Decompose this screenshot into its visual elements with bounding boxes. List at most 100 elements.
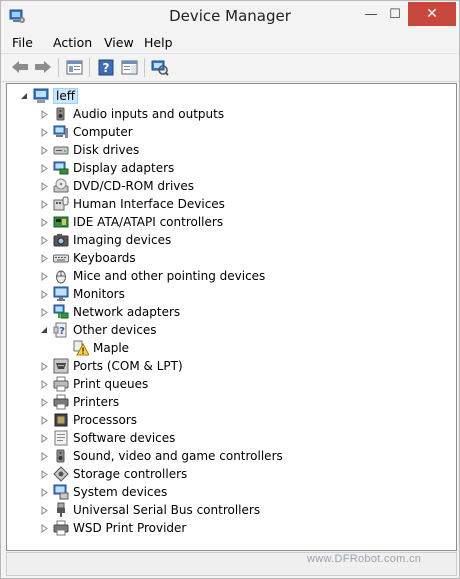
tree-category[interactable]: Keyboards	[41, 249, 136, 267]
tree-category[interactable]: Monitors	[41, 285, 125, 303]
close-button[interactable]: ✕	[408, 2, 456, 26]
tree-category[interactable]: Imaging devices	[41, 231, 172, 249]
expand-arrow-icon[interactable]	[39, 487, 49, 497]
ide-controller-icon	[53, 214, 69, 230]
device-label: DVD/CD-ROM drives	[73, 179, 195, 193]
device-label: Imaging devices	[73, 233, 172, 247]
device-label: Audio inputs and outputs	[73, 107, 225, 121]
usb-icon	[53, 502, 69, 518]
tree-category[interactable]: Storage controllers	[41, 465, 188, 483]
svg-text:?: ?	[59, 326, 65, 337]
expand-arrow-icon[interactable]	[39, 163, 49, 173]
device-label: Disk drives	[73, 143, 140, 157]
device-label: Print queues	[73, 377, 149, 391]
back-arrow-icon[interactable]	[11, 58, 29, 76]
tree-category[interactable]: Human Interface Devices	[41, 195, 225, 213]
expand-arrow-icon[interactable]	[39, 289, 49, 299]
tree-category[interactable]: System devices	[41, 483, 168, 501]
expand-arrow-icon[interactable]	[39, 469, 49, 479]
tree-root-node[interactable]: leff	[21, 87, 78, 105]
tree-category[interactable]: Sound, video and game controllers	[41, 447, 283, 465]
help-icon[interactable]: ?	[97, 58, 115, 76]
tree-category[interactable]: Computer	[41, 123, 133, 141]
menu-help[interactable]: Help	[144, 35, 173, 50]
mouse-icon	[53, 268, 69, 284]
computer-icon	[53, 124, 69, 140]
device-tree[interactable]: leff Audio inputs and outputs Computer Disk…	[6, 83, 457, 551]
properties-icon[interactable]	[65, 58, 83, 76]
tree-category[interactable]: Universal Serial Bus controllers	[41, 501, 260, 519]
tree-category[interactable]: Ports (COM & LPT)	[41, 357, 183, 375]
action-pane-icon[interactable]	[120, 58, 138, 76]
tree-category[interactable]: Disk drives	[41, 141, 140, 159]
expand-arrow-icon[interactable]	[39, 127, 49, 137]
hid-icon	[53, 196, 69, 212]
menu-view[interactable]: View	[104, 35, 134, 50]
expand-arrow-icon[interactable]	[39, 523, 49, 533]
expand-arrow-icon[interactable]	[39, 271, 49, 281]
device-manager-window: Device Manager — ☐ ✕ File Action View He…	[0, 0, 460, 579]
expand-arrow-icon[interactable]	[39, 397, 49, 407]
device-label: Sound, video and game controllers	[73, 449, 283, 463]
toolbar-separator	[144, 58, 145, 77]
software-device-icon	[53, 430, 69, 446]
processor-icon	[53, 412, 69, 428]
menu-action[interactable]: Action	[53, 35, 92, 50]
expand-arrow-icon[interactable]	[39, 505, 49, 515]
tree-category[interactable]: DVD/CD-ROM drives	[41, 177, 195, 195]
dvd-drive-icon	[53, 178, 69, 194]
collapse-arrow-icon[interactable]	[19, 91, 29, 101]
expand-arrow-icon[interactable]	[39, 307, 49, 317]
menu-file[interactable]: File	[12, 35, 33, 50]
svg-text:?: ?	[103, 61, 110, 75]
expand-arrow-icon[interactable]	[39, 235, 49, 245]
maximize-button[interactable]: ☐	[384, 2, 406, 26]
device-label: Network adapters	[73, 305, 181, 319]
device-label: Other devices	[73, 323, 157, 337]
toolbar: ?	[1, 54, 459, 82]
menu-bar: File Action View Help	[1, 32, 459, 54]
tree-category[interactable]: Network adapters	[41, 303, 181, 321]
tree-category[interactable]: Print queues	[41, 375, 149, 393]
tree-category[interactable]: Software devices	[41, 429, 176, 447]
tree-device[interactable]: Maple	[73, 339, 129, 357]
device-label: Storage controllers	[73, 467, 188, 481]
device-label: Keyboards	[73, 251, 136, 265]
device-label: Monitors	[73, 287, 125, 301]
tree-category[interactable]: WSD Print Provider	[41, 519, 186, 537]
speaker-icon	[53, 106, 69, 122]
expand-arrow-icon[interactable]	[39, 217, 49, 227]
unknown-device-icon: ?	[53, 322, 69, 338]
tree-category[interactable]: ? Other devices	[41, 321, 157, 339]
tree-category[interactable]: Processors	[41, 411, 137, 429]
device-label: Maple	[93, 341, 130, 355]
expand-arrow-icon[interactable]	[39, 379, 49, 389]
expand-arrow-icon[interactable]	[39, 145, 49, 155]
expand-arrow-icon[interactable]	[39, 253, 49, 263]
printer-icon	[53, 520, 69, 536]
device-label: System devices	[73, 485, 168, 499]
tree-category[interactable]: Printers	[41, 393, 119, 411]
keyboard-icon	[53, 250, 69, 266]
expand-arrow-icon[interactable]	[39, 181, 49, 191]
tree-category[interactable]: IDE ATA/ATAPI controllers	[41, 213, 223, 231]
minimize-button[interactable]: —	[358, 2, 384, 26]
printer-icon	[53, 394, 69, 410]
disk-drive-icon	[53, 142, 69, 158]
expand-arrow-icon[interactable]	[39, 361, 49, 371]
expand-arrow-icon[interactable]	[39, 451, 49, 461]
title-bar[interactable]: Device Manager — ☐ ✕	[1, 1, 459, 32]
scan-hardware-icon[interactable]	[151, 58, 169, 76]
device-label: Display adapters	[73, 161, 175, 175]
expand-arrow-icon[interactable]	[39, 109, 49, 119]
expand-arrow-icon[interactable]	[39, 199, 49, 209]
collapse-arrow-icon[interactable]	[39, 325, 49, 335]
device-label: Software devices	[73, 431, 176, 445]
tree-category[interactable]: Display adapters	[41, 159, 175, 177]
expand-arrow-icon[interactable]	[39, 433, 49, 443]
expand-arrow-icon[interactable]	[39, 415, 49, 425]
tree-category[interactable]: Mice and other pointing devices	[41, 267, 265, 285]
device-label: Computer	[73, 125, 133, 139]
forward-arrow-icon[interactable]	[34, 58, 52, 76]
tree-category[interactable]: Audio inputs and outputs	[41, 105, 225, 123]
